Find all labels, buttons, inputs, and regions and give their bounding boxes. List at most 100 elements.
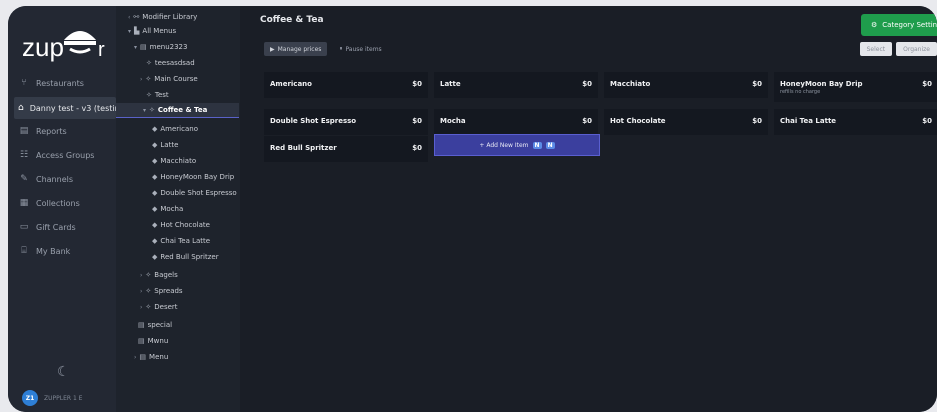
category-icon: ✧: [145, 75, 152, 83]
product-icon: ◆: [152, 157, 158, 165]
category-settings-button[interactable]: ⚙ Category Settin: [861, 14, 937, 36]
page-header: Coffee & Tea ⚙ Category Settin: [240, 6, 937, 36]
item-card[interactable]: HoneyMoon Bay Drip refills no charge $0: [774, 72, 937, 102]
chevron-right-icon: ›: [140, 287, 143, 295]
toolbar-right: Select Organize: [859, 42, 937, 56]
sidebar-item-my-bank[interactable]: ⌸ My Bank: [14, 240, 116, 262]
item-price: $0: [922, 117, 932, 125]
button-label: Pause items: [345, 45, 382, 53]
main-content: Coffee & Tea ⚙ Category Settin ▶ Manage …: [240, 6, 937, 412]
app-window: zup r ⑂ Restaurants ⌂ Danny test - v3 (t…: [8, 6, 937, 412]
manage-prices-button[interactable]: ▶ Manage prices: [264, 42, 328, 56]
tree-item-label: Desert: [154, 303, 178, 311]
category-icon: ✧: [145, 287, 152, 295]
tree-item-menu[interactable]: › ▤ Menu: [134, 350, 168, 364]
zuppler-logo[interactable]: zup r: [20, 18, 112, 64]
item-card[interactable]: Chai Tea Latte $0: [774, 109, 937, 135]
tree-item-label: Hot Chocolate: [160, 221, 210, 229]
users-icon: ☷: [19, 150, 29, 160]
tree-item-category[interactable]: ✧ Test: [146, 88, 169, 102]
add-new-item-button[interactable]: + Add New Item N N: [434, 134, 600, 156]
tree-item-menu[interactable]: ▤ Mwnu: [138, 334, 168, 348]
sidebar-item-access-groups[interactable]: ☷ Access Groups: [14, 144, 116, 166]
category-icon: ✧: [146, 91, 152, 99]
new-badge: N: [532, 141, 542, 149]
tree-item-all-menus[interactable]: ▾ ▙ All Menus: [128, 24, 176, 38]
sidebar-item-channels[interactable]: ✎ Channels: [14, 168, 116, 190]
select-button[interactable]: Select: [859, 42, 893, 56]
avatar: Z1: [22, 390, 38, 406]
sidebar-item-label: Channels: [36, 174, 74, 184]
sidebar-item-restaurant-current[interactable]: ⌂ Danny test - v3 (testin: [14, 97, 116, 119]
item-title: Hot Chocolate: [610, 117, 666, 125]
tree-item-product[interactable]: ◆ Mocha: [152, 202, 183, 216]
item-price: $0: [922, 80, 932, 88]
button-label: Category Settin: [882, 21, 937, 29]
sidebar-item-collections[interactable]: ▦ Collections: [14, 192, 116, 214]
sidebar-item-gift-cards[interactable]: ▭ Gift Cards: [14, 216, 116, 238]
tree-item-product[interactable]: ◆ HoneyMoon Bay Drip: [152, 170, 234, 184]
pause-icon: ⏸: [339, 45, 343, 52]
item-title: HoneyMoon Bay Drip: [780, 80, 863, 88]
item-price: $0: [752, 80, 762, 88]
tree-item-category[interactable]: › ✧ Bagels: [140, 268, 178, 282]
chevron-down-icon: ▾: [128, 27, 132, 35]
tree-item-product[interactable]: ◆ Macchiato: [152, 154, 196, 168]
button-label: + Add New Item: [479, 141, 529, 149]
page-title: Coffee & Tea: [260, 15, 324, 25]
category-icon: ✧: [145, 303, 152, 311]
item-card[interactable]: Red Bull Spritzer $0: [264, 136, 428, 162]
tree-item-product[interactable]: ◆ Latte: [152, 138, 178, 152]
item-name: Double Shot Espresso: [270, 109, 356, 135]
chevron-down-icon: ▾: [134, 43, 138, 51]
user-profile[interactable]: Z1 ZUPPLER 1 E: [22, 390, 82, 406]
sidebar-item-restaurants[interactable]: ⑂ Restaurants: [14, 72, 116, 94]
item-card[interactable]: Mocha $0: [434, 109, 598, 135]
item-card[interactable]: Hot Chocolate $0: [604, 109, 768, 135]
building-icon: ▙: [134, 27, 140, 35]
category-icon: ✧: [145, 271, 152, 279]
tree-item-product[interactable]: ◆ Hot Chocolate: [152, 218, 210, 232]
tree-item-product[interactable]: ◆ Double Shot Espresso: [152, 186, 237, 200]
tree-item-category[interactable]: › ✧ Main Course: [140, 72, 198, 86]
item-name: Americano: [270, 72, 312, 98]
tree-item-coffee-tea[interactable]: ▾ ✧ Coffee & Tea: [116, 103, 239, 118]
item-card[interactable]: Double Shot Espresso $0: [264, 109, 428, 135]
item-card[interactable]: Macchiato $0: [604, 72, 768, 98]
item-title: Macchiato: [610, 80, 651, 88]
tree-item-product[interactable]: ◆ Americano: [152, 122, 198, 136]
item-name: Red Bull Spritzer: [270, 136, 337, 162]
item-card[interactable]: Americano $0: [264, 72, 428, 98]
gear-icon: ⚙: [871, 21, 878, 29]
sidebar-item-reports[interactable]: ▤ Reports: [14, 120, 116, 142]
tree-item-label: Coffee & Tea: [157, 106, 208, 114]
menu-icon: ▤: [138, 337, 145, 345]
tree-item-category[interactable]: › ✧ Desert: [140, 300, 178, 314]
item-price: $0: [582, 80, 592, 88]
main-sidebar: zup r ⑂ Restaurants ⌂ Danny test - v3 (t…: [8, 6, 116, 412]
broadcast-icon: ✎: [20, 174, 28, 184]
chevron-left-icon: ‹: [128, 13, 131, 21]
item-price: $0: [412, 80, 422, 88]
organize-button[interactable]: Organize: [896, 42, 937, 56]
menu-tree: ‹ ⚯ Modifier Library ▾ ▙ All Menus ▾ ▤ m…: [116, 6, 241, 412]
sidebar-item-label: Access Groups: [36, 150, 95, 160]
pause-items-button[interactable]: ⏸ Pause items: [333, 42, 387, 56]
tree-item-modifier-library[interactable]: ‹ ⚯ Modifier Library: [128, 10, 197, 24]
tree-item-menu[interactable]: ▤ special: [138, 318, 172, 332]
item-title: Mocha: [440, 117, 466, 125]
tree-item-category[interactable]: ✧ teesasdsad: [146, 56, 195, 70]
tree-item-label: Modifier Library: [142, 13, 198, 21]
tree-item-product[interactable]: ◆ Chai Tea Latte: [152, 234, 210, 248]
dark-mode-toggle-icon[interactable]: ☾: [57, 364, 70, 380]
product-icon: ◆: [152, 221, 158, 229]
item-card[interactable]: Latte $0: [434, 72, 598, 98]
item-name: Latte: [440, 72, 461, 98]
tree-item-menu2323[interactable]: ▾ ▤ menu2323: [134, 40, 187, 54]
chevron-right-icon: ›: [140, 271, 143, 279]
tree-item-label: Main Course: [154, 75, 198, 83]
new-badge: N: [545, 141, 555, 149]
product-icon: ◆: [152, 205, 158, 213]
tree-item-product[interactable]: ◆ Red Bull Spritzer: [152, 250, 219, 264]
tree-item-category[interactable]: › ✧ Spreads: [140, 284, 183, 298]
